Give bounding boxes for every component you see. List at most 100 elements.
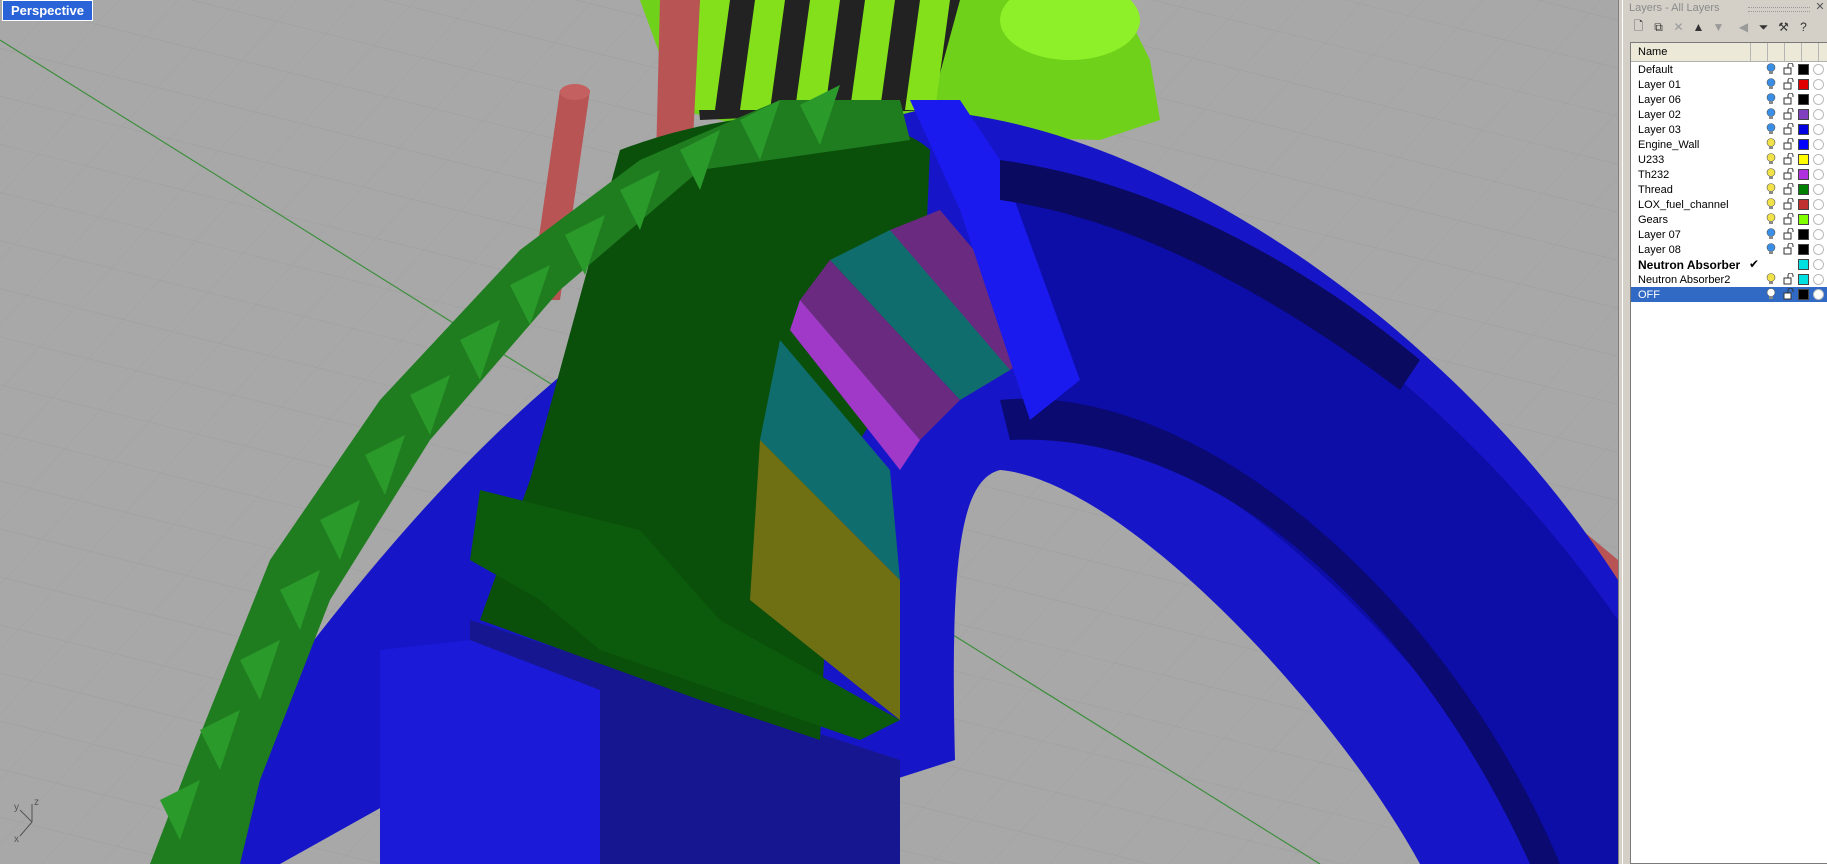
new-layer-icon[interactable]: 🗋 [1629,18,1648,37]
viewport-title-tab[interactable]: Perspective [2,0,93,21]
filter-icon[interactable]: ⏷ [1754,18,1773,37]
layer-row[interactable]: Thread [1631,182,1827,197]
unlocked-icon[interactable] [1782,288,1794,300]
layer-row[interactable]: OFF [1631,287,1827,302]
layer-color-swatch[interactable] [1798,94,1809,105]
layer-row[interactable]: Layer 07 [1631,227,1827,242]
layer-color-swatch[interactable] [1798,289,1809,300]
material-icon[interactable] [1813,229,1824,240]
layer-color-swatch[interactable] [1798,199,1809,210]
layer-row[interactable]: Neutron Absorber ✔ [1631,257,1827,272]
material-icon[interactable] [1813,199,1824,210]
perspective-viewport[interactable]: Perspective z y x [0,0,1619,864]
layers-panel-title[interactable]: Layers - All Layers ✕ [1623,0,1827,16]
delete-icon[interactable]: ✕ [1669,18,1688,37]
unlocked-icon[interactable] [1782,123,1794,135]
lightbulb-icon[interactable] [1765,288,1777,300]
layer-color-swatch[interactable] [1798,229,1809,240]
panel-drag-grip[interactable] [1748,7,1810,12]
close-icon[interactable]: ✕ [1814,1,1826,13]
lightbulb-icon[interactable] [1765,123,1777,135]
material-icon[interactable] [1813,124,1824,135]
layer-color-swatch[interactable] [1798,109,1809,120]
lightbulb-icon[interactable] [1765,108,1777,120]
lightbulb-icon[interactable] [1765,183,1777,195]
column-header-lock[interactable] [1768,43,1785,61]
lightbulb-icon[interactable] [1765,213,1777,225]
material-icon[interactable] [1813,79,1824,90]
material-icon[interactable] [1813,274,1824,285]
new-sublayer-icon[interactable]: ⧉ [1649,18,1668,37]
layer-color-swatch[interactable] [1798,124,1809,135]
unlocked-icon[interactable] [1782,168,1794,180]
unlocked-icon[interactable] [1782,198,1794,210]
lightbulb-icon[interactable] [1765,198,1777,210]
material-icon[interactable] [1813,244,1824,255]
layer-color-swatch[interactable] [1798,64,1809,75]
lightbulb-icon[interactable] [1765,138,1777,150]
unlocked-icon[interactable] [1782,273,1794,285]
layer-row[interactable]: Gears [1631,212,1827,227]
unlocked-icon[interactable] [1782,93,1794,105]
lightbulb-icon[interactable] [1765,168,1777,180]
layer-color-swatch[interactable] [1798,139,1809,150]
material-icon[interactable] [1813,259,1824,270]
unlocked-icon[interactable] [1782,228,1794,240]
unlocked-icon[interactable] [1782,213,1794,225]
axis-y-label: y [14,802,19,813]
lightbulb-icon[interactable] [1765,63,1777,75]
material-icon[interactable] [1813,214,1824,225]
layer-row[interactable]: Engine_Wall [1631,137,1827,152]
tools-icon[interactable]: ⚒ [1774,18,1793,37]
material-icon[interactable] [1813,289,1824,300]
layer-row[interactable]: U233 [1631,152,1827,167]
material-icon[interactable] [1813,139,1824,150]
material-icon[interactable] [1813,64,1824,75]
layer-row[interactable]: Layer 02 [1631,107,1827,122]
lightbulb-icon[interactable] [1765,243,1777,255]
column-header-material[interactable] [1802,43,1819,61]
lightbulb-icon[interactable] [1765,78,1777,90]
column-header-on[interactable] [1751,43,1768,61]
material-icon[interactable] [1813,154,1824,165]
layer-color-swatch[interactable] [1798,274,1809,285]
material-icon[interactable] [1813,109,1824,120]
unlocked-icon[interactable] [1782,78,1794,90]
layer-list[interactable]: Name Default Layer 01 Layer 06 Layer 02 Laye… [1630,42,1827,864]
layer-color-swatch[interactable] [1798,154,1809,165]
help-icon[interactable]: ? [1794,18,1813,37]
unlocked-icon[interactable] [1782,108,1794,120]
column-header-name[interactable]: Name [1631,43,1751,61]
layer-color-swatch[interactable] [1798,259,1809,270]
lightbulb-icon[interactable] [1765,273,1777,285]
scene-3d-render[interactable] [0,0,1618,864]
unlocked-icon[interactable] [1782,183,1794,195]
unlocked-icon[interactable] [1782,243,1794,255]
move-down-icon[interactable]: ▼ [1709,18,1728,37]
layer-row[interactable]: Layer 06 [1631,92,1827,107]
layer-color-swatch[interactable] [1798,79,1809,90]
unlocked-icon[interactable] [1782,138,1794,150]
layer-color-swatch[interactable] [1798,184,1809,195]
layer-color-swatch[interactable] [1798,244,1809,255]
layer-row[interactable]: LOX_fuel_channel [1631,197,1827,212]
material-icon[interactable] [1813,94,1824,105]
layer-color-swatch[interactable] [1798,214,1809,225]
layer-row[interactable]: Layer 03 [1631,122,1827,137]
layer-color-swatch[interactable] [1798,169,1809,180]
layer-row[interactable]: Layer 01 [1631,77,1827,92]
move-up-icon[interactable]: ▲ [1689,18,1708,37]
layer-row[interactable]: Th232 [1631,167,1827,182]
unlocked-icon[interactable] [1782,153,1794,165]
layer-row[interactable]: Default [1631,62,1827,77]
material-icon[interactable] [1813,169,1824,180]
material-icon[interactable] [1813,184,1824,195]
move-left-icon[interactable]: ◀ [1734,18,1753,37]
lightbulb-icon[interactable] [1765,228,1777,240]
lightbulb-icon[interactable] [1765,153,1777,165]
layer-row[interactable]: Neutron Absorber2 [1631,272,1827,287]
layer-row[interactable]: Layer 08 [1631,242,1827,257]
column-header-color[interactable] [1785,43,1802,61]
lightbulb-icon[interactable] [1765,93,1777,105]
unlocked-icon[interactable] [1782,63,1794,75]
